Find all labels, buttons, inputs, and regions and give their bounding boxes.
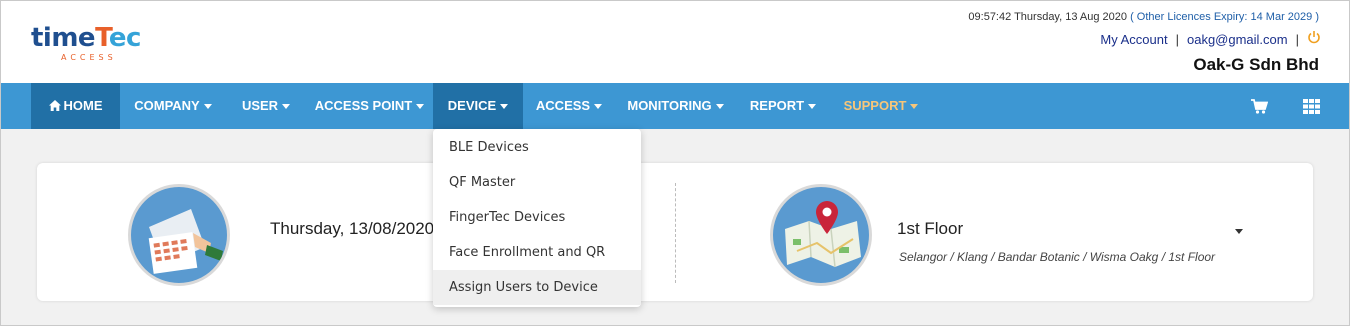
nav-access-point-label: ACCESS POINT xyxy=(314,98,413,113)
dashboard-card: Thursday, 13/08/2020 1st Floor Selangor … xyxy=(37,163,1313,301)
nav-support-label: SUPPORT xyxy=(843,98,907,113)
nav-report-label: REPORT xyxy=(749,98,805,113)
logo-word-t: T xyxy=(95,23,109,53)
chevron-down-icon xyxy=(808,104,817,110)
nav-home-label: HOME xyxy=(63,98,103,113)
nav-company[interactable]: COMPANY xyxy=(120,83,226,129)
home-icon xyxy=(48,100,61,111)
menu-item-face-enrollment-qr[interactable]: Face Enrollment and QR Code xyxy=(433,235,641,295)
menu-item-ble-devices[interactable]: BLE Devices xyxy=(433,130,641,165)
divider xyxy=(675,183,676,283)
map-location-icon xyxy=(770,184,872,286)
separator: | xyxy=(1295,31,1299,47)
nav-device[interactable]: DEVICE xyxy=(433,83,523,129)
timetec-logo[interactable]: timeTec ACCESS xyxy=(31,18,151,66)
chevron-down-icon xyxy=(416,104,425,110)
apps-grid-icon[interactable] xyxy=(1296,83,1326,129)
separator: | xyxy=(1175,31,1179,47)
menu-item-assign-users-to-device[interactable]: Assign Users to Device xyxy=(433,270,641,305)
chevron-down-icon[interactable] xyxy=(1235,229,1243,234)
nav-home[interactable]: HOME xyxy=(31,83,120,129)
nav-user[interactable]: USER xyxy=(226,83,306,129)
licence-expiry-link[interactable]: ( Other Licences Expiry: 14 Mar 2029 ) xyxy=(1130,11,1319,23)
nav-monitoring-label: MONITORING xyxy=(627,98,712,113)
company-name: Oak-G Sdn Bhd xyxy=(1193,55,1319,74)
nav-company-label: COMPANY xyxy=(134,98,200,113)
chevron-down-icon xyxy=(282,104,291,110)
main-nav: HOME COMPANY USER ACCESS POINT DEVICE AC… xyxy=(1,83,1349,129)
device-dropdown-menu: BLE Devices QF Master FingerTec Devices … xyxy=(433,129,641,307)
nav-access[interactable]: ACCESS xyxy=(523,83,615,129)
power-icon[interactable] xyxy=(1307,30,1321,48)
current-date: Thursday, 13/08/2020 xyxy=(270,219,435,238)
nav-access-label: ACCESS xyxy=(535,98,591,113)
chevron-down-icon xyxy=(594,104,603,110)
chevron-down-icon xyxy=(203,104,212,110)
my-account-link[interactable]: My Account xyxy=(1100,32,1167,47)
cart-icon[interactable] xyxy=(1245,83,1273,129)
logo-subtitle: ACCESS xyxy=(61,53,117,62)
menu-item-fingertec-devices[interactable]: FingerTec Devices xyxy=(433,200,641,235)
logo-wordmark: timeTec xyxy=(31,18,141,58)
chevron-down-icon xyxy=(910,104,919,110)
menu-item-qf-master[interactable]: QF Master xyxy=(433,165,641,200)
datetime-line: 09:57:42 Thursday, 13 Aug 2020 ( Other L… xyxy=(968,11,1319,23)
user-email-link[interactable]: oakg@gmail.com xyxy=(1187,32,1288,47)
nav-access-point[interactable]: ACCESS POINT xyxy=(306,83,433,129)
logo-word-time: time xyxy=(31,23,96,53)
header: timeTec ACCESS 09:57:42 Thursday, 13 Aug… xyxy=(1,1,1349,83)
calendar-illustration-icon xyxy=(128,184,230,286)
current-datetime: 09:57:42 Thursday, 13 Aug 2020 xyxy=(968,11,1128,23)
chevron-down-icon xyxy=(715,104,724,110)
floor-select[interactable]: 1st Floor xyxy=(897,219,963,239)
nav-report[interactable]: REPORT xyxy=(736,83,830,129)
nav-support[interactable]: SUPPORT xyxy=(830,83,932,129)
nav-user-label: USER xyxy=(241,98,279,113)
nav-monitoring[interactable]: MONITORING xyxy=(615,83,736,129)
logo-word-ec: ec xyxy=(108,23,142,53)
location-path: Selangor / Klang / Bandar Botanic / Wism… xyxy=(899,250,1216,264)
chevron-down-icon xyxy=(500,104,509,110)
nav-device-label: DEVICE xyxy=(447,98,497,113)
account-bar: My Account | oakg@gmail.com | xyxy=(1100,30,1321,48)
